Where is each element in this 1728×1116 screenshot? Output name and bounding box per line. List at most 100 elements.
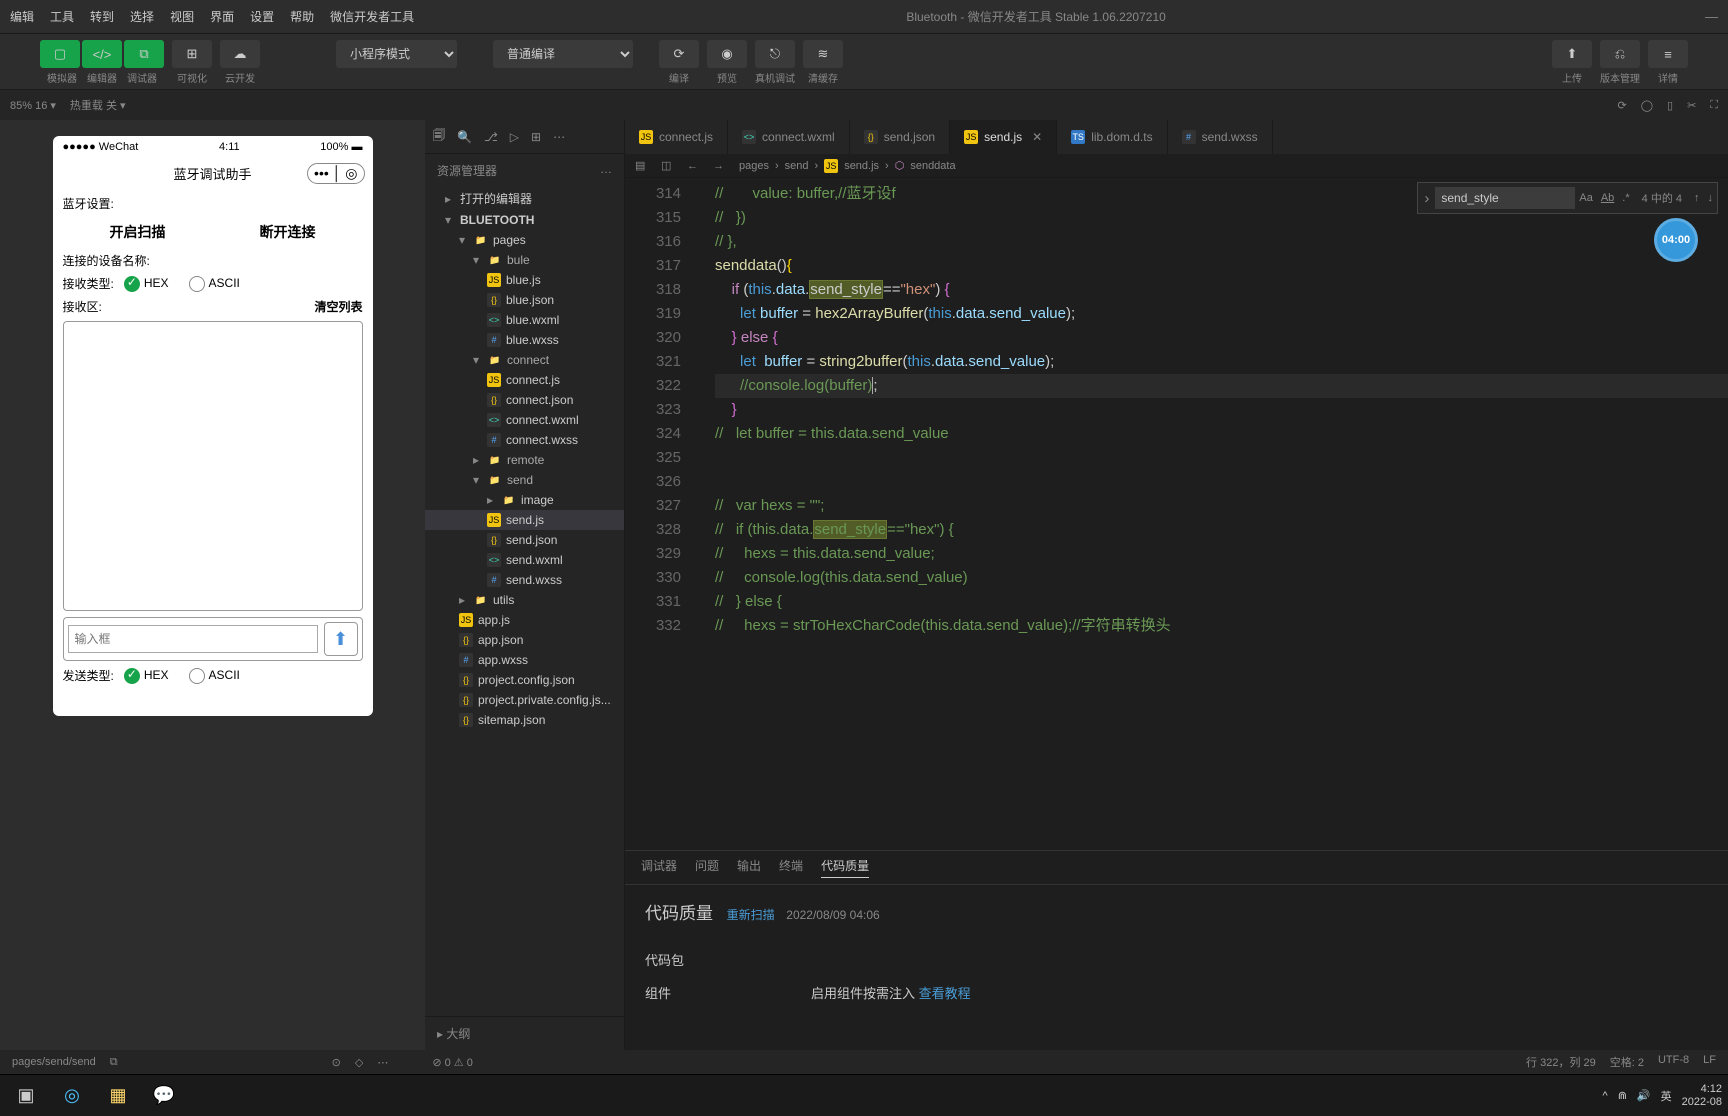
- cloud-button[interactable]: ☁: [220, 40, 260, 68]
- wechat-icon[interactable]: 💬: [144, 1079, 184, 1113]
- compile-button[interactable]: ⟳: [659, 40, 699, 68]
- menu-settings[interactable]: 设置: [250, 8, 274, 25]
- version-button[interactable]: ⎌: [1600, 40, 1640, 68]
- editor-button[interactable]: </>: [82, 40, 122, 68]
- disconnect-button[interactable]: 断开连接: [213, 218, 363, 246]
- clock-date[interactable]: 2022-08: [1682, 1096, 1722, 1108]
- zoom-indicator[interactable]: 85% 16 ▾: [10, 99, 56, 112]
- whole-word-icon[interactable]: Ab: [1597, 192, 1618, 204]
- search-icon[interactable]: 🔍: [457, 130, 472, 144]
- panel-tab-quality[interactable]: 代码质量: [821, 857, 869, 878]
- edge-icon[interactable]: ◎: [52, 1079, 92, 1113]
- volume-icon[interactable]: 🔊: [1637, 1089, 1651, 1102]
- encoding-indicator[interactable]: UTF-8: [1658, 1054, 1689, 1070]
- folder-connect[interactable]: ▾📁connect: [425, 350, 624, 370]
- problems-count[interactable]: ⊘ 0 ⚠ 0: [432, 1056, 472, 1069]
- open-editors-section[interactable]: ▸打开的编辑器: [425, 187, 624, 210]
- folder-bule[interactable]: ▾📁bule: [425, 250, 624, 270]
- port-icon[interactable]: ⊙: [332, 1056, 341, 1069]
- file-blue-wxss[interactable]: #blue.wxss: [425, 330, 624, 350]
- close-icon[interactable]: ✕: [1032, 130, 1042, 144]
- file-app-wxss[interactable]: #app.wxss: [425, 650, 624, 670]
- match-case-icon[interactable]: Aa: [1575, 192, 1596, 204]
- folder-remote[interactable]: ▸📁remote: [425, 450, 624, 470]
- file-blue-json[interactable]: {}blue.json: [425, 290, 624, 310]
- crumb-send[interactable]: send: [785, 160, 809, 172]
- find-expand-icon[interactable]: ›: [1418, 190, 1435, 207]
- expand-icon[interactable]: ⛶: [1710, 99, 1718, 112]
- file-connect-wxml[interactable]: <>connect.wxml: [425, 410, 624, 430]
- crumb-file[interactable]: send.js: [844, 160, 879, 172]
- simulator-button[interactable]: ▢: [40, 40, 80, 68]
- more-status-icon[interactable]: ⋯: [377, 1056, 388, 1069]
- hot-reload-toggle[interactable]: 热重载 关 ▾: [70, 97, 126, 113]
- start-icon[interactable]: ▣: [6, 1079, 46, 1113]
- file-send-json[interactable]: {}send.json: [425, 530, 624, 550]
- ime-indicator[interactable]: 英: [1661, 1088, 1672, 1104]
- folder-pages[interactable]: ▾📁pages: [425, 230, 624, 250]
- visual-button[interactable]: ⊞: [172, 40, 212, 68]
- eol-indicator[interactable]: LF: [1703, 1054, 1716, 1070]
- panel-tab-problems[interactable]: 问题: [695, 857, 719, 878]
- panel-tab-output[interactable]: 输出: [737, 857, 761, 878]
- find-input[interactable]: [1435, 187, 1575, 209]
- menu-devtools[interactable]: 微信开发者工具: [330, 8, 414, 25]
- tab-send-wxss[interactable]: #send.wxss: [1168, 120, 1273, 154]
- file-project-config[interactable]: {}project.config.json: [425, 670, 624, 690]
- project-root[interactable]: ▾BLUETOOTH: [425, 210, 624, 230]
- refresh-icon[interactable]: ⟳: [1617, 99, 1626, 112]
- forward-icon[interactable]: →: [713, 160, 733, 172]
- device-icon[interactable]: ▯: [1667, 99, 1673, 112]
- menu-goto[interactable]: 转到: [90, 8, 114, 25]
- clock-time[interactable]: 4:12: [1701, 1083, 1722, 1095]
- menu-help[interactable]: 帮助: [290, 8, 314, 25]
- bookmark-icon[interactable]: ◫: [661, 159, 681, 172]
- start-scan-button[interactable]: 开启扫描: [63, 218, 213, 246]
- status-path[interactable]: pages/send/send: [12, 1056, 96, 1068]
- folder-send[interactable]: ▾📁send: [425, 470, 624, 490]
- menu-tools[interactable]: 工具: [50, 8, 74, 25]
- wifi-icon[interactable]: ⋒: [1618, 1089, 1627, 1102]
- tab-send-json[interactable]: {}send.json: [850, 120, 950, 154]
- file-blue-js[interactable]: JSblue.js: [425, 270, 624, 290]
- tab-send-js[interactable]: JSsend.js✕: [950, 120, 1057, 154]
- branch-icon[interactable]: ⎇: [484, 130, 498, 144]
- cut-icon[interactable]: ✂: [1687, 99, 1696, 112]
- panel-tab-debugger[interactable]: 调试器: [641, 857, 677, 878]
- find-next-icon[interactable]: ↓: [1704, 192, 1718, 204]
- folder-utils[interactable]: ▸📁utils: [425, 590, 624, 610]
- debug-icon[interactable]: ▷: [510, 130, 519, 144]
- tutorial-link[interactable]: 查看教程: [919, 986, 971, 1001]
- crumb-pages[interactable]: pages: [739, 160, 769, 172]
- clear-cache-button[interactable]: ≋: [803, 40, 843, 68]
- back-icon[interactable]: ←: [687, 160, 707, 172]
- menu-view[interactable]: 视图: [170, 8, 194, 25]
- file-app-json[interactable]: {}app.json: [425, 630, 624, 650]
- tab-lib-dom[interactable]: TSlib.dom.d.ts: [1057, 120, 1167, 154]
- send-button[interactable]: ⬆: [324, 622, 358, 656]
- file-connect-json[interactable]: {}connect.json: [425, 390, 624, 410]
- file-app-js[interactable]: JSapp.js: [425, 610, 624, 630]
- files-icon[interactable]: 🗐: [433, 126, 445, 147]
- explorer-icon[interactable]: ▦: [98, 1079, 138, 1113]
- upload-button[interactable]: ⬆: [1552, 40, 1592, 68]
- tab-connect-js[interactable]: JSconnect.js: [625, 120, 728, 154]
- tab-connect-wxml[interactable]: <>connect.wxml: [728, 120, 850, 154]
- capsule-menu[interactable]: ••• │ ◎: [307, 163, 364, 184]
- recv-ascii-radio[interactable]: [189, 276, 205, 292]
- file-send-js[interactable]: JSsend.js: [425, 510, 624, 530]
- crumb-symbol[interactable]: senddata: [910, 160, 955, 172]
- copy-icon[interactable]: ⧉: [110, 1056, 118, 1069]
- rescan-link[interactable]: 重新扫描: [727, 908, 775, 922]
- file-sitemap[interactable]: {}sitemap.json: [425, 710, 624, 730]
- folder-image[interactable]: ▸📁image: [425, 490, 624, 510]
- send-ascii-radio[interactable]: [189, 668, 205, 684]
- file-blue-wxml[interactable]: <>blue.wxml: [425, 310, 624, 330]
- explorer-more-icon[interactable]: …: [600, 162, 612, 179]
- debugger-button[interactable]: ⧉: [124, 40, 164, 68]
- tray-up-icon[interactable]: ^: [1603, 1090, 1608, 1102]
- details-button[interactable]: ≡: [1648, 40, 1688, 68]
- file-send-wxss[interactable]: #send.wxss: [425, 570, 624, 590]
- record-icon[interactable]: ◯: [1641, 99, 1653, 112]
- send-input[interactable]: [68, 625, 318, 653]
